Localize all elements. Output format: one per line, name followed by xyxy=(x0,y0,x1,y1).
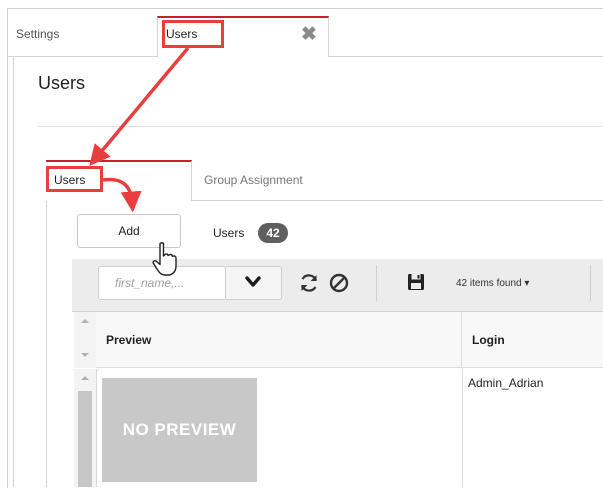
users-count-label: Users xyxy=(213,226,245,240)
annotation-highlight xyxy=(46,166,103,192)
page-title: Users xyxy=(38,73,86,93)
tab-settings[interactable]: Settings xyxy=(16,27,59,41)
scroll-up-icon[interactable] xyxy=(80,375,90,381)
tabstrip-divider xyxy=(192,200,603,201)
refresh-icon[interactable] xyxy=(297,271,321,295)
clear-filter-icon[interactable] xyxy=(327,271,351,295)
close-icon[interactable]: ✖ xyxy=(301,25,317,44)
table-cell-login[interactable]: Admin_Adrian xyxy=(468,376,543,390)
column-header-login[interactable]: Login xyxy=(462,312,603,368)
chevron-down-icon xyxy=(245,276,261,287)
save-icon[interactable] xyxy=(406,272,426,292)
scrollbar-thumb[interactable] xyxy=(78,391,92,487)
preview-thumbnail: NO PREVIEW xyxy=(102,378,257,482)
tab-group-assignment[interactable]: Group Assignment xyxy=(204,173,303,187)
toolbar-separator xyxy=(376,265,377,301)
items-found-dropdown[interactable]: 42 items found ▾ xyxy=(456,278,529,289)
mouse-cursor-icon xyxy=(152,242,177,276)
column-header-preview[interactable]: Preview xyxy=(96,312,462,368)
scroll-up-icon[interactable] xyxy=(80,318,90,324)
toolbar-separator xyxy=(590,265,591,301)
divider xyxy=(38,126,603,127)
scroll-down-icon[interactable] xyxy=(80,352,90,358)
preview-placeholder-text: NO PREVIEW xyxy=(122,420,237,439)
users-count-badge: 42 xyxy=(258,223,288,243)
annotation-highlight xyxy=(162,20,224,48)
column-divider xyxy=(462,369,463,487)
